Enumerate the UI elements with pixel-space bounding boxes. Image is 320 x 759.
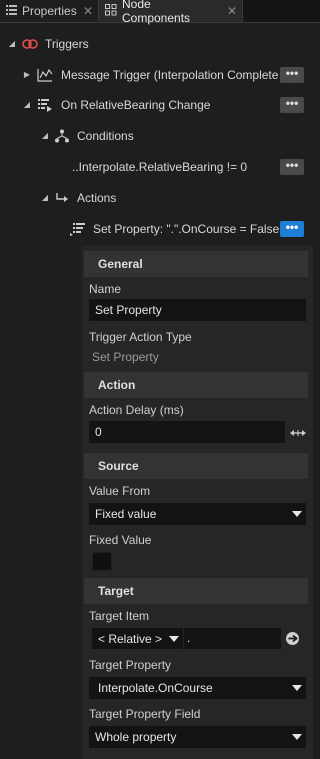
fixed-value-label: Fixed Value (89, 533, 152, 547)
tree-item-label: Message Trigger (Interpolation Completed… (61, 67, 279, 82)
panel-edge (313, 246, 320, 759)
target-item-label: Target Item (89, 609, 150, 623)
tree-item-label: Triggers (45, 36, 89, 51)
more-options-button[interactable]: ••• (280, 158, 304, 175)
chevron-down-icon (292, 685, 302, 691)
tree-item-triggers[interactable]: ◢ Triggers (0, 28, 320, 59)
chevron-down-icon[interactable]: ◢ (22, 100, 32, 109)
trigger-action-type-value: Set Property (92, 350, 159, 364)
tree-item-label: Set Property: ".".OnCourse = False (93, 221, 280, 236)
target-property-dropdown[interactable]: Interpolate.OnCourse (89, 677, 306, 699)
name-field[interactable]: Set Property (89, 299, 306, 321)
target-item-path-field[interactable]: . (184, 628, 281, 649)
tree-item-label: On RelativeBearing Change (61, 97, 211, 112)
target-property-label: Target Property (89, 658, 172, 672)
tree-item-message-trigger[interactable]: ▶ Message Trigger (Interpolation Complet… (0, 59, 320, 90)
chevron-down-icon (169, 636, 179, 642)
chevron-down-icon (292, 511, 302, 517)
conditions-icon (54, 128, 70, 144)
tab-properties-label: Properties (22, 4, 77, 18)
chevron-down-icon[interactable]: ◢ (40, 131, 50, 140)
tab-bar: Properties ✕ Node Components ✕ (0, 0, 320, 25)
target-property-field-dropdown[interactable]: Whole property (89, 726, 306, 748)
horizontal-drag-icon[interactable] (290, 427, 306, 441)
more-options-button[interactable]: ••• (280, 66, 304, 83)
section-target[interactable]: Target (84, 578, 308, 604)
value-from-label: Value From (89, 484, 151, 498)
chevron-down-icon[interactable]: ◢ (40, 193, 50, 202)
chevron-down-icon[interactable]: ◢ (7, 39, 17, 48)
tab-node-components[interactable]: Node Components ✕ (98, 0, 243, 25)
actions-icon (54, 190, 70, 206)
tree-item-on-change[interactable]: ◢ On RelativeBearing Change ••• (0, 89, 320, 120)
value-from-dropdown[interactable]: Fixed value (89, 503, 306, 525)
components-icon (105, 3, 117, 19)
section-action[interactable]: Action (84, 372, 308, 398)
section-source[interactable]: Source (84, 453, 308, 479)
tree-item-set-property[interactable]: Set Property: ".".OnCourse = False ••• (0, 213, 320, 244)
section-general[interactable]: General (84, 251, 308, 277)
property-change-icon (37, 97, 53, 113)
chevron-down-icon (292, 734, 302, 740)
trigger-action-type-label: Trigger Action Type (89, 330, 192, 344)
close-icon[interactable]: ✕ (83, 4, 93, 18)
go-to-item-icon[interactable] (285, 631, 300, 649)
tree-item-condition-expression[interactable]: ..Interpolate.RelativeBearing != 0 ••• (0, 151, 320, 182)
relative-selector-value: < Relative > (98, 632, 163, 646)
action-delay-field[interactable]: 0 (89, 421, 285, 443)
tree-item-label: ..Interpolate.RelativeBearing != 0 (72, 159, 248, 174)
name-label: Name (89, 282, 122, 296)
tab-node-components-label: Node Components (122, 0, 191, 25)
tree-item-label: Actions (77, 190, 117, 205)
value-from-selected: Fixed value (95, 507, 157, 521)
target-property-field-label: Target Property Field (89, 707, 201, 721)
tree-item-conditions[interactable]: ◢ Conditions (0, 120, 320, 151)
close-icon[interactable]: ✕ (227, 4, 237, 18)
target-property-selected: Interpolate.OnCourse (98, 681, 213, 695)
relative-selector[interactable]: < Relative > (92, 628, 183, 649)
chevron-right-icon[interactable]: ▶ (22, 70, 32, 79)
action-delay-label: Action Delay (ms) (89, 403, 184, 417)
more-options-button[interactable]: ••• (280, 96, 304, 113)
tab-properties[interactable]: Properties ✕ (0, 0, 98, 22)
tree-item-label: Conditions (77, 128, 134, 143)
message-trigger-icon (37, 67, 53, 83)
set-property-icon (70, 221, 86, 237)
fixed-value-checkbox[interactable] (92, 552, 112, 571)
target-item-path: . (187, 631, 191, 645)
more-options-button[interactable]: ••• (280, 220, 304, 237)
target-property-field-selected: Whole property (95, 730, 177, 744)
list-icon (6, 4, 17, 18)
triggers-icon (22, 36, 38, 52)
tree-item-actions[interactable]: ◢ Actions (0, 182, 320, 213)
